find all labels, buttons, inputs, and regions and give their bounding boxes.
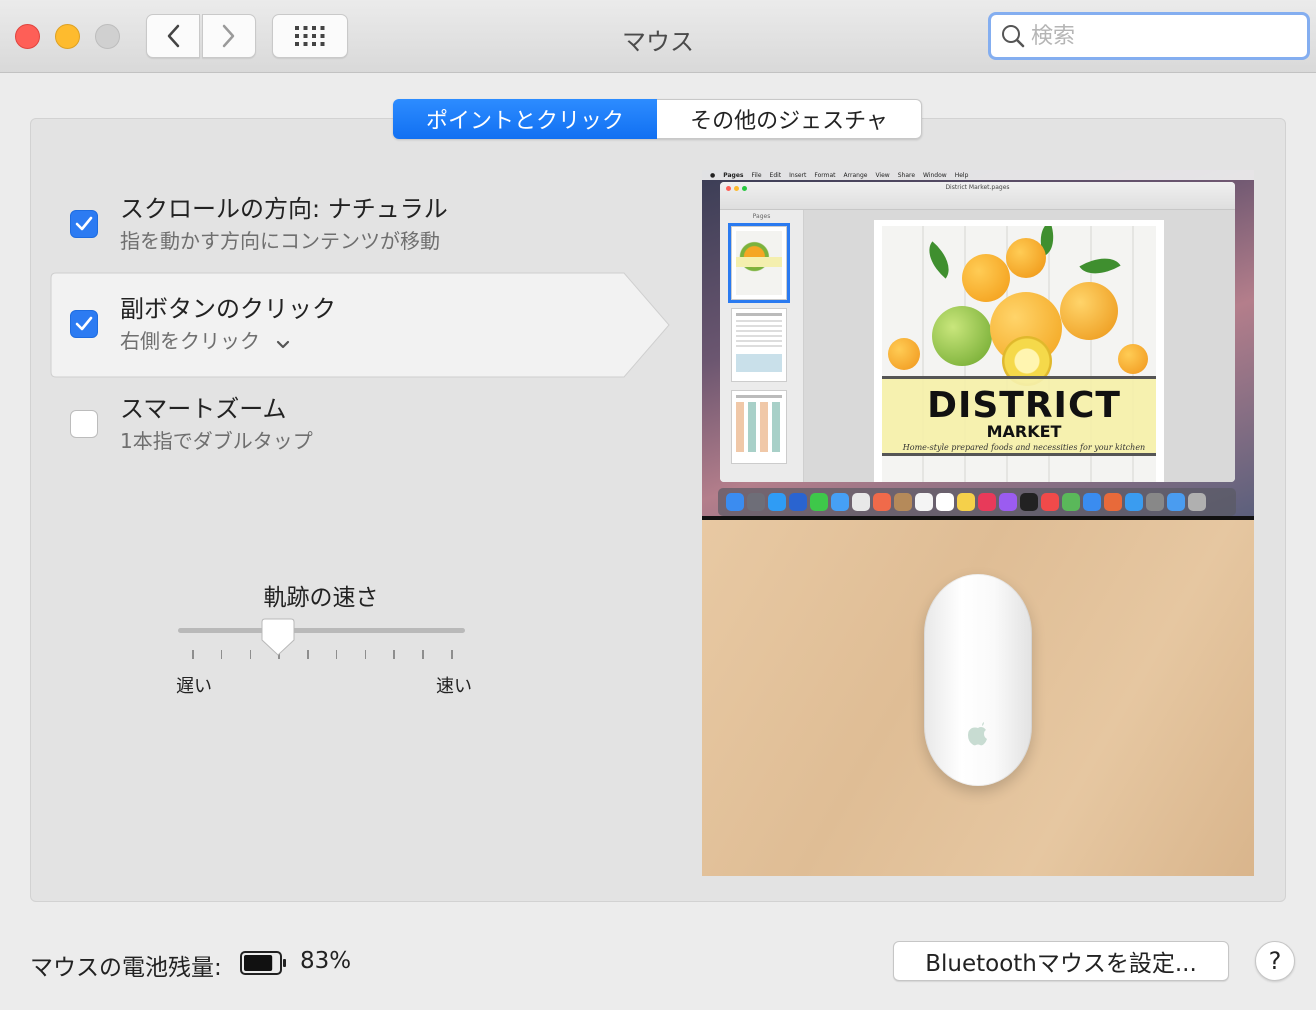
preview-banner-tagline: Home-style prepared foods and necessitie…: [902, 443, 1146, 452]
preview-page-thumb: [731, 390, 787, 464]
tab-bar: ポイントとクリック その他のジェスチャ: [393, 99, 922, 139]
preview-dock: [718, 488, 1236, 516]
option-title: スクロールの方向: ナチュラル: [120, 195, 448, 223]
secondary-click-checkbox[interactable]: [70, 310, 98, 338]
preview-page-thumb: [728, 223, 790, 303]
preview-doc-title: District Market.pages: [945, 184, 1010, 191]
slider-tick: [192, 650, 194, 659]
secondary-click-popup[interactable]: 右側をクリック: [120, 325, 290, 355]
preview-dock-app-icon: [1104, 493, 1122, 511]
preview-banner-title: DISTRICT: [927, 385, 1121, 426]
preview-dock-app-icon: [789, 493, 807, 511]
preview-dock-app-icon: [810, 493, 828, 511]
option-title: 副ボタンのクリック: [120, 295, 336, 323]
preview-document-canvas: DISTRICT MARKET Home-style prepared food…: [804, 210, 1235, 482]
option-subtitle: 指を動かす方向にコンテンツが移動: [120, 229, 440, 253]
preview-dock-app-icon: [1125, 493, 1143, 511]
preview-dock-app-icon: [957, 493, 975, 511]
preview-dock-app-icon: [894, 493, 912, 511]
preview-dock-app-icon: [1167, 493, 1185, 511]
apple-logo-icon: [968, 722, 987, 746]
slider-tick: [249, 650, 252, 659]
preview-dock-app-icon: [726, 493, 744, 511]
option-smart-zoom[interactable]: スマートズーム 1本指でダブルタップ: [50, 385, 625, 465]
setup-bluetooth-mouse-button[interactable]: Bluetoothマウスを設定...: [893, 941, 1229, 981]
battery-icon: [240, 951, 286, 975]
preview-dock-app-icon: [747, 493, 765, 511]
tracking-speed-track[interactable]: [178, 628, 465, 633]
option-secondary-click[interactable]: 副ボタンのクリック 右側をクリック: [50, 285, 625, 365]
preview-screen: ● Pages File Edit Insert Format Arrange View Sh…: [702, 170, 1254, 520]
checkmark-icon: [75, 316, 93, 331]
slider-tick: [307, 650, 309, 659]
preview-menu-item: Window: [923, 171, 947, 179]
preview-banner: DISTRICT MARKET Home-style prepared food…: [882, 376, 1156, 456]
preview-menu-item: Help: [954, 171, 969, 179]
preview-dock-app-icon: [936, 493, 954, 511]
preview-menu-item: Arrange: [843, 171, 868, 179]
battery-percent: 83%: [300, 948, 352, 974]
preview-sidebar-header: Pages: [752, 213, 771, 220]
preview-dock-app-icon: [978, 493, 996, 511]
gesture-preview-image: ● Pages File Edit Insert Format Arrange View Sh…: [702, 170, 1254, 876]
chevron-down-icon: [276, 331, 290, 355]
preview-page-thumb: [731, 308, 787, 382]
preview-dock-app-icon: [1188, 493, 1206, 511]
search-field[interactable]: [988, 12, 1310, 60]
preview-dock-app-icon: [768, 493, 786, 511]
preview-dock-app-icon: [831, 493, 849, 511]
slider-tick: [451, 650, 453, 659]
preview-dock-app-icon: [1083, 493, 1101, 511]
preview-dock-app-icon: [1062, 493, 1080, 511]
smart-zoom-checkbox[interactable]: [70, 410, 98, 438]
preview-menu-item: Format: [814, 171, 836, 179]
tab-more-gestures[interactable]: その他のジェスチャ: [657, 99, 922, 139]
apple-logo-icon: ●: [710, 171, 716, 179]
preview-menu-item: Insert: [789, 171, 807, 179]
preview-desk: [702, 520, 1254, 876]
preview-dock-app-icon: [915, 493, 933, 511]
help-button[interactable]: ?: [1255, 941, 1295, 981]
slow-label: 遅い: [176, 676, 212, 697]
slider-tick: [220, 650, 223, 659]
title-bar: マウス: [0, 0, 1316, 73]
tab-point-and-click[interactable]: ポイントとクリック: [393, 99, 657, 139]
checkmark-icon: [75, 216, 93, 231]
preview-dock-app-icon: [1020, 493, 1038, 511]
preview-menu-item: Edit: [769, 171, 782, 179]
preview-dock-app-icon: [999, 493, 1017, 511]
preview-fruit-photo: DISTRICT MARKET Home-style prepared food…: [882, 226, 1156, 482]
preview-menu-item: View: [875, 171, 890, 179]
option-scroll-direction[interactable]: スクロールの方向: ナチュラル 指を動かす方向にコンテンツが移動: [50, 185, 625, 265]
option-title: スマートズーム: [120, 395, 287, 423]
option-subtitle: 1本指でダブルタップ: [120, 429, 313, 453]
magic-mouse-illustration: [924, 574, 1032, 786]
preview-dock-app-icon: [873, 493, 891, 511]
slider-tick: [364, 650, 367, 659]
tracking-speed-label: 軌跡の速さ: [263, 585, 379, 611]
tracking-speed-ticks: [178, 650, 465, 660]
scroll-direction-checkbox[interactable]: [70, 210, 98, 238]
tracking-speed-thumb[interactable]: [261, 618, 295, 656]
battery-label: マウスの電池残量:: [30, 955, 222, 981]
preview-menu-item: Share: [897, 171, 916, 179]
preview-dock-app-icon: [852, 493, 870, 511]
preview-dock-app-icon: [1146, 493, 1164, 511]
preview-page-sidebar: Pages: [720, 210, 804, 482]
slider-tick: [422, 650, 424, 659]
preview-menu-item: Pages: [723, 171, 744, 179]
slider-tick: [393, 650, 395, 659]
preview-menu-bar: ● Pages File Edit Insert Format Arrange View Sh…: [702, 170, 1254, 180]
preview-dock-app-icon: [1041, 493, 1059, 511]
option-subtitle: 右側をクリック: [120, 329, 260, 353]
fast-label: 速い: [436, 676, 472, 697]
slider-tick: [335, 650, 338, 659]
preview-pages-window: District Market.pages Pages DISTRICT MAR…: [720, 182, 1235, 482]
search-input[interactable]: [1031, 23, 1291, 49]
preview-toolbar: District Market.pages: [720, 182, 1235, 210]
preview-menu-item: File: [751, 171, 762, 179]
preview-document-page: DISTRICT MARKET Home-style prepared food…: [874, 220, 1164, 482]
search-icon: [1002, 25, 1025, 48]
